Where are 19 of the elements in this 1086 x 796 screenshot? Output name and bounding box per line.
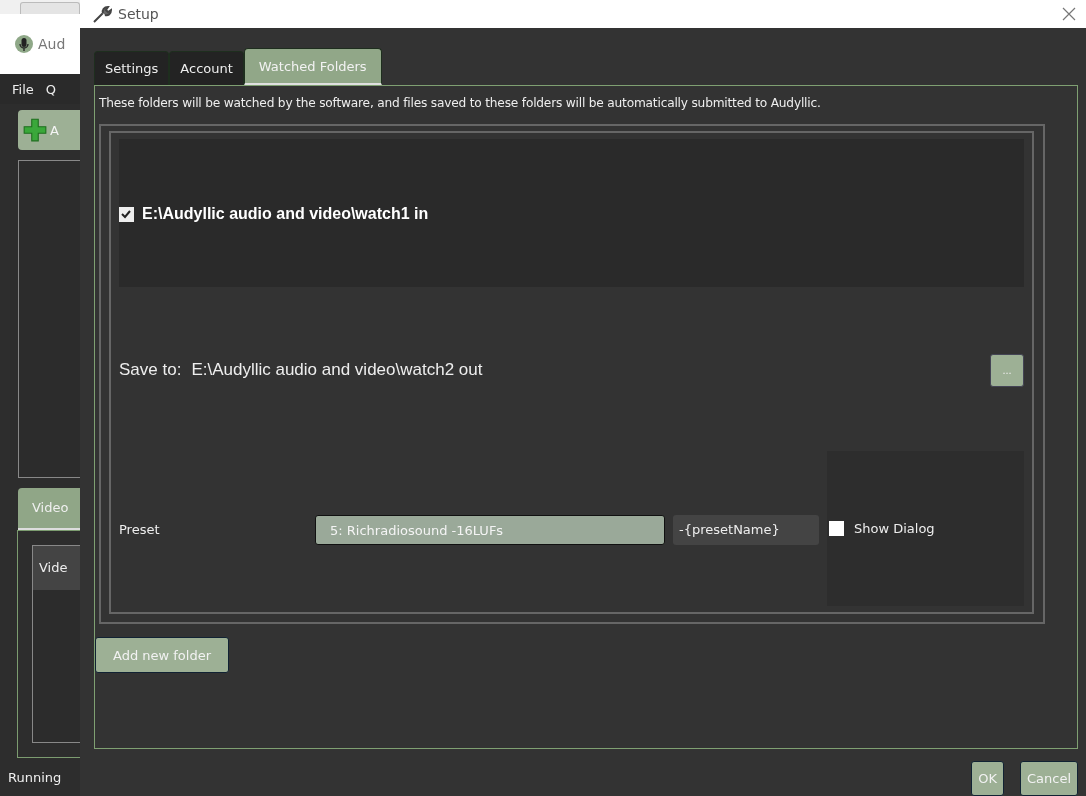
plus-icon [22,117,48,143]
save-to-label: Save to: [119,360,182,380]
microphone-icon [14,34,34,54]
close-icon[interactable] [1062,7,1076,21]
description-text: These folders will be watched by the software, and files saved to these folders will be automatically submitted to Audyllic. [99,95,822,112]
suffix-field[interactable]: -{presetName} [673,514,819,545]
column-header[interactable]: Vide [33,546,80,590]
window-title: Aud [38,36,66,52]
menu-item[interactable]: Q [45,81,56,97]
tab[interactable]: Settings [94,51,170,85]
save-to-path: E:\Audyllic audio and video\watch2 out [191,360,483,380]
tab[interactable]: Account [169,51,244,85]
folder-checkbox[interactable]: E:\Audyllic audio and video\watch1 in [119,203,429,223]
show-dialog-checkbox[interactable]: Show Dialog [827,521,935,536]
preset-label: Preset [119,522,161,537]
dialog-title: Setup [118,6,159,22]
menu-item[interactable]: File [12,81,34,97]
status-text: Running [7,769,63,785]
wrench-icon [92,4,112,24]
